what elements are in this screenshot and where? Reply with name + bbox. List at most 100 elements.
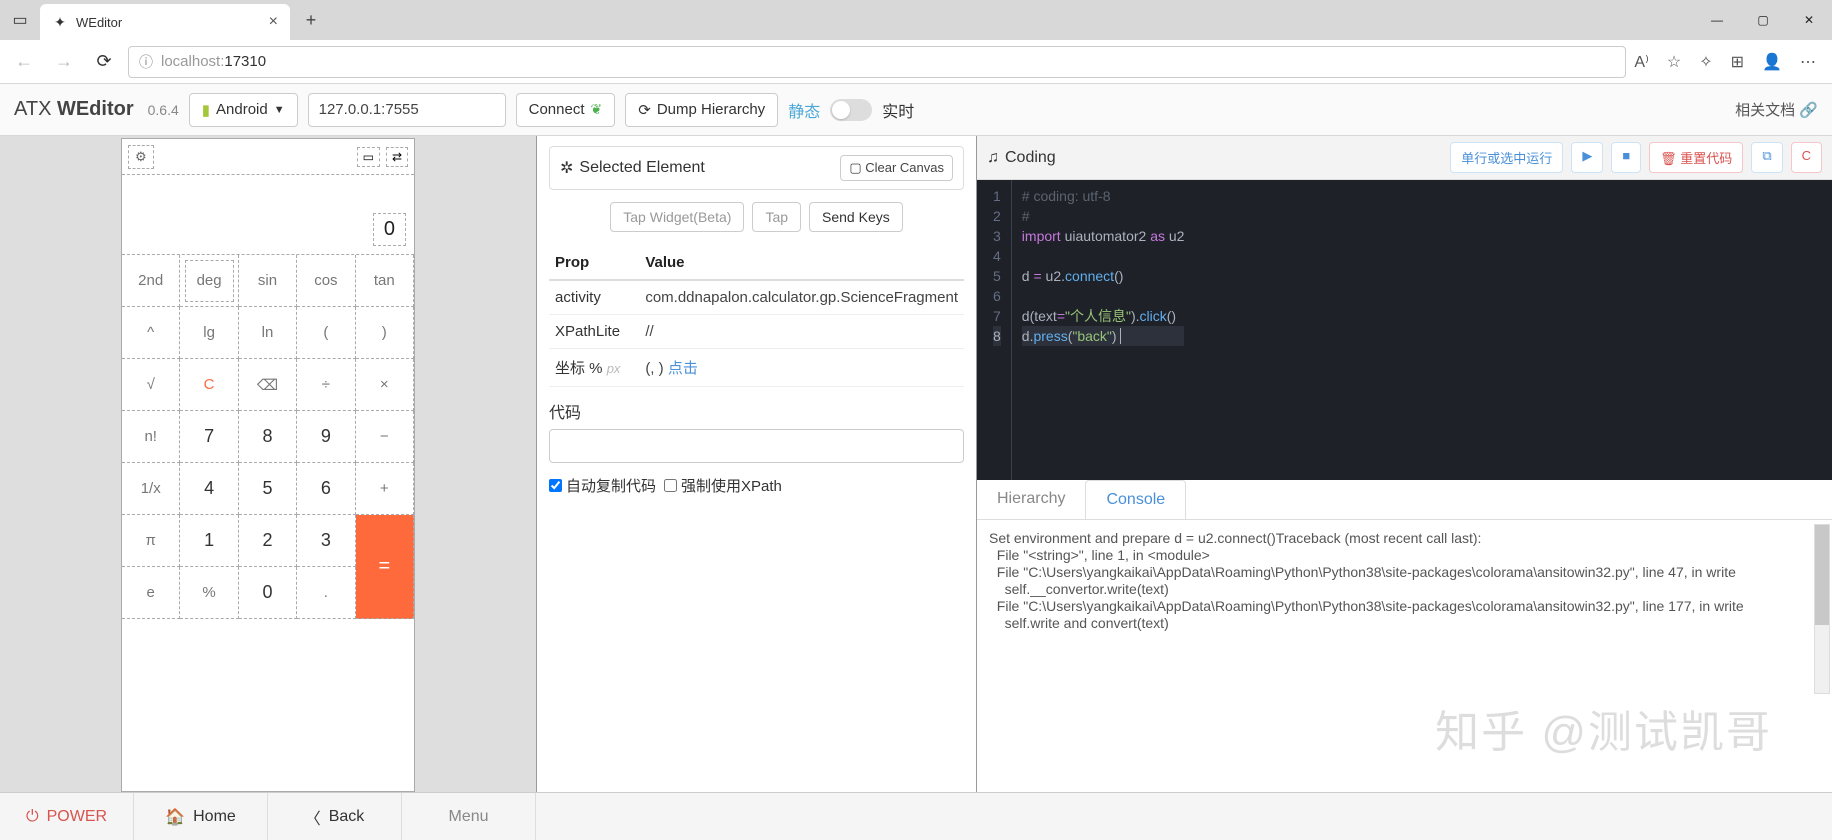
run-play-button[interactable]: ▶ xyxy=(1571,142,1603,173)
calc-key[interactable]: 2nd xyxy=(122,255,180,307)
code-editor[interactable]: 12345678 # coding: utf-8 # import uiauto… xyxy=(977,180,1832,480)
calc-key[interactable]: 3 xyxy=(297,515,355,567)
chevron-down-icon: ▼ xyxy=(274,104,285,116)
code-label: 代码 xyxy=(549,399,964,423)
reset-code-button[interactable]: 🗑 重置代码 xyxy=(1649,142,1743,173)
force-xpath-label: 强制使用XPath xyxy=(681,475,782,496)
device-ip-input[interactable] xyxy=(308,93,506,127)
calc-key[interactable]: ÷ xyxy=(297,359,355,411)
table-row: 坐标 % px(, ) 点击 xyxy=(549,349,964,387)
tap-button[interactable]: Tap xyxy=(752,202,801,232)
calc-key[interactable]: cos xyxy=(297,255,355,307)
menu-button[interactable]: Menu xyxy=(402,793,536,840)
calc-key[interactable]: ^ xyxy=(122,307,180,359)
stop-button[interactable]: ■ xyxy=(1611,142,1641,173)
calc-key[interactable]: . xyxy=(297,567,355,619)
calc-key[interactable]: √ xyxy=(122,359,180,411)
layout-icon[interactable]: ▭ xyxy=(357,147,380,167)
browser-tab[interactable]: ✦ WEditor × xyxy=(40,4,290,40)
console-output[interactable]: Set environment and prepare d = u2.conne… xyxy=(977,520,1832,792)
swap-icon[interactable]: ⇄ xyxy=(386,147,408,167)
calc-key[interactable]: × xyxy=(356,359,414,411)
back-button[interactable]: 〈Back xyxy=(268,793,402,840)
connect-button[interactable]: Connect ❦ xyxy=(516,93,616,127)
device-nav-bar: ⏻POWER 🏠Home 〈Back Menu xyxy=(0,792,1832,840)
code-input[interactable] xyxy=(549,429,964,463)
calc-key[interactable]: ln xyxy=(239,307,297,359)
calc-key[interactable]: 1/x xyxy=(122,463,180,515)
refresh-icon[interactable]: ⟳ xyxy=(88,46,120,78)
coding-title: Coding xyxy=(1005,149,1056,167)
calc-key[interactable]: 0 xyxy=(239,567,297,619)
send-keys-button[interactable]: Send Keys xyxy=(809,202,903,232)
profile-icon[interactable]: 👤 xyxy=(1762,52,1782,72)
calc-key[interactable]: 6 xyxy=(297,463,355,515)
calc-key[interactable]: C xyxy=(180,359,238,411)
tabs-overview-icon[interactable]: ▭ xyxy=(0,0,40,40)
calc-key[interactable]: deg xyxy=(180,255,238,307)
calc-key[interactable]: − xyxy=(356,411,414,463)
scrollbar[interactable] xyxy=(1814,524,1830,694)
device-screen[interactable]: ⚙ ▭ ⇄ 0 2nddegsincostan ^lgln() √C⌫÷× n!789… xyxy=(121,138,415,792)
tab-hierarchy[interactable]: Hierarchy xyxy=(977,480,1085,519)
calc-key[interactable]: 7 xyxy=(180,411,238,463)
calc-key[interactable]: 4 xyxy=(180,463,238,515)
calc-key[interactable]: % xyxy=(180,567,238,619)
nav-back-icon[interactable]: ← xyxy=(8,46,40,78)
line-gutter: 12345678 xyxy=(977,180,1012,480)
platform-select[interactable]: ▮ Android ▼ xyxy=(189,93,298,127)
click-link[interactable]: 点击 xyxy=(668,360,698,377)
close-icon[interactable]: × xyxy=(269,13,278,31)
docs-link[interactable]: 相关文档 🔗 xyxy=(1735,99,1818,120)
calc-display: 0 xyxy=(373,213,406,246)
auto-copy-checkbox[interactable] xyxy=(549,479,562,492)
calc-key[interactable]: n! xyxy=(122,411,180,463)
calc-key[interactable]: 2 xyxy=(239,515,297,567)
calc-key[interactable]: tan xyxy=(356,255,414,307)
url-input[interactable]: ⓘ localhost:17310 xyxy=(128,46,1626,78)
home-button[interactable]: 🏠Home xyxy=(134,793,268,840)
minimize-icon[interactable]: — xyxy=(1694,0,1740,40)
favorites-icon[interactable]: ☆ xyxy=(1667,52,1681,72)
calc-key[interactable]: lg xyxy=(180,307,238,359)
refresh-c-button[interactable]: C xyxy=(1791,142,1822,173)
calc-key[interactable]: ⌫ xyxy=(239,359,297,411)
calc-key[interactable]: + xyxy=(356,463,414,515)
gear-icon[interactable]: ⚙ xyxy=(128,145,154,169)
calc-key[interactable]: π xyxy=(122,515,180,567)
more-icon[interactable]: ⋯ xyxy=(1800,52,1816,72)
calc-key[interactable]: 8 xyxy=(239,411,297,463)
run-selection-button[interactable]: 单行或选中运行 xyxy=(1450,142,1563,173)
calc-key[interactable]: 1 xyxy=(180,515,238,567)
maximize-icon[interactable]: ▢ xyxy=(1740,0,1786,40)
tap-widget-button[interactable]: Tap Widget(Beta) xyxy=(610,202,744,232)
dump-hierarchy-button[interactable]: ⟳ Dump Hierarchy xyxy=(625,93,778,127)
th-value: Value xyxy=(639,246,964,280)
calc-key[interactable]: 9 xyxy=(297,411,355,463)
copy-button[interactable]: ⧉ xyxy=(1751,142,1782,173)
power-icon: ⏻ xyxy=(26,808,39,826)
nav-forward-icon[interactable]: → xyxy=(48,46,80,78)
collections-icon[interactable]: ⊞ xyxy=(1731,52,1744,72)
app-version: 0.6.4 xyxy=(148,102,179,118)
tab-title: WEditor xyxy=(76,15,122,30)
close-window-icon[interactable]: ✕ xyxy=(1786,0,1832,40)
music-note-icon: ♫ xyxy=(987,149,999,167)
inspector-header: ✲Selected Element ▢ Clear Canvas xyxy=(549,146,964,190)
read-aloud-icon[interactable]: A⁾ xyxy=(1634,52,1649,72)
force-xpath-checkbox[interactable] xyxy=(664,479,677,492)
favorites-bar-icon[interactable]: ✧ xyxy=(1699,52,1712,72)
calc-key[interactable]: = xyxy=(356,515,414,619)
tab-console[interactable]: Console xyxy=(1085,480,1186,519)
site-info-icon[interactable]: ⓘ xyxy=(139,52,153,72)
power-button[interactable]: ⏻POWER xyxy=(0,793,134,840)
calc-key[interactable]: e xyxy=(122,567,180,619)
mode-switch[interactable] xyxy=(830,99,872,121)
clear-canvas-button[interactable]: ▢ Clear Canvas xyxy=(840,155,953,181)
new-tab-button[interactable]: + xyxy=(296,10,326,31)
calc-key[interactable]: 5 xyxy=(239,463,297,515)
calc-key[interactable]: ) xyxy=(356,307,414,359)
calc-key[interactable]: sin xyxy=(239,255,297,307)
calc-key[interactable]: ( xyxy=(297,307,355,359)
coding-pane: ♫ Coding 单行或选中运行 ▶ ■ 🗑 重置代码 ⧉ C 12345678 … xyxy=(977,136,1832,792)
